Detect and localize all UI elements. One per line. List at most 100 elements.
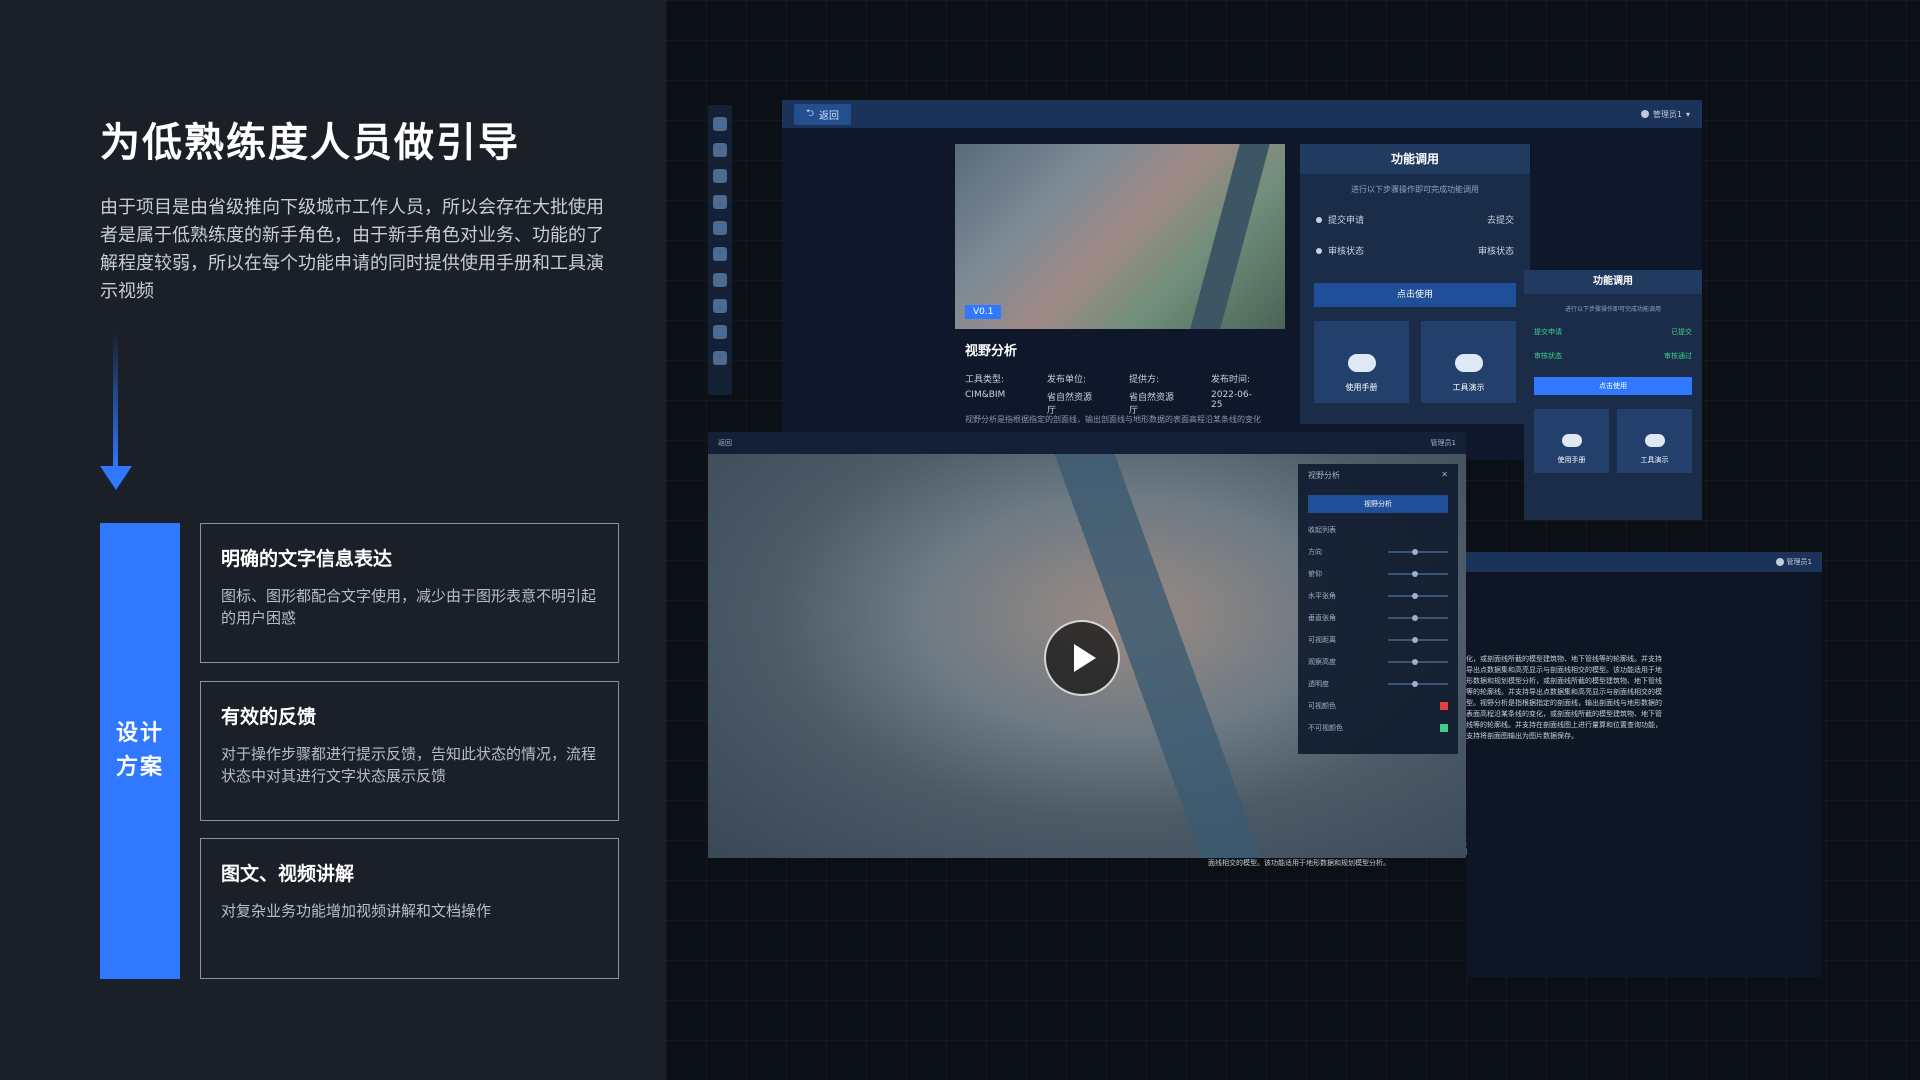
meta-value: 2022-06-25 (1211, 390, 1252, 410)
flag-icon[interactable] (713, 221, 727, 235)
back-button[interactable]: ⮌ 返回 (794, 103, 852, 125)
tool-detail-topbar: ⮌ 返回 管理员1 ▾ (782, 100, 1702, 128)
param-row: 方向 (1308, 547, 1448, 557)
measure-icon[interactable] (713, 195, 727, 209)
step-submitted: 提交申请 已提交 (1524, 327, 1702, 337)
doc-text: 化，或剖面线所截的模型建筑物、地下管线等的轮廓线。并支持导出点数据集和高亮显示与… (1466, 655, 1662, 740)
expand-icon[interactable] (713, 299, 727, 313)
step-status: 审核通过 (1664, 352, 1692, 360)
step-label: 提交申请 (1328, 216, 1365, 226)
param-slider[interactable] (1388, 549, 1448, 555)
param-slider[interactable] (1388, 659, 1448, 665)
card-desc: 图标、图形都配合文字使用，减少由于图形表意不明引起的用户困惑 (221, 587, 597, 627)
version-badge: V0.1 (965, 305, 1002, 319)
cloud-icon (1644, 434, 1665, 447)
step-submit: 提交申请 去提交 (1300, 213, 1530, 226)
doc-window-topbar: 管理员1 (1466, 552, 1822, 572)
step-dot-icon (1316, 248, 1322, 254)
step-status: 已提交 (1671, 328, 1692, 336)
video-topbar: 返回 管理员1 (708, 432, 1466, 454)
param-slider[interactable] (1388, 615, 1448, 621)
param-row: 垂直张角 (1308, 613, 1448, 623)
panel-icon[interactable] (713, 351, 727, 365)
demo-tile[interactable]: 工具演示 (1617, 409, 1692, 473)
tile-label: 使用手册 (1557, 456, 1586, 464)
fullscreen-icon[interactable] (713, 325, 727, 339)
param-label: 透明度 (1308, 680, 1329, 688)
analysis-button[interactable]: 视野分析 (1308, 495, 1448, 513)
manual-tile[interactable]: 使用手册 (1534, 409, 1609, 473)
back-label: 返回 (819, 110, 840, 122)
param-label: 垂直张角 (1308, 614, 1336, 622)
param-slider[interactable] (1388, 637, 1448, 643)
cloud-icon (1561, 434, 1582, 447)
tool-sidebar (708, 105, 732, 395)
tile-label: 工具演示 (1452, 383, 1485, 392)
card-title: 图文、视频讲解 (221, 863, 355, 885)
step-label: 审核状态 (1534, 352, 1562, 360)
panel-title: 功能调用 (1524, 270, 1702, 294)
visible-color-swatch[interactable] (1440, 702, 1448, 710)
step-label: 提交申请 (1534, 328, 1562, 336)
meta-label: 工具类型: (965, 375, 1005, 385)
hidden-color-swatch[interactable] (1440, 724, 1448, 732)
submit-link[interactable]: 去提交 (1487, 213, 1514, 226)
tile-label: 使用手册 (1345, 383, 1378, 392)
page-headline: 为低熟练度人员做引导 (100, 120, 520, 166)
function-call-panel-approved: 功能调用 进行以下步骤操作即可完成功能调用 提交申请 已提交 审核状态 审核通过… (1524, 270, 1702, 520)
step-label: 审核状态 (1328, 247, 1365, 257)
close-icon[interactable]: ✕ (1441, 470, 1448, 481)
tile-label: 工具演示 (1640, 456, 1669, 464)
use-button[interactable]: 点击使用 (1534, 377, 1692, 395)
down-arrow-icon (100, 466, 132, 490)
doc-window: 管理员1 化，或剖面线所截的模型建筑物、地下管线等的轮廓线。并支持导出点数据集和… (1466, 552, 1822, 977)
card-desc: 对复杂业务功能增加视频讲解和文档操作 (221, 902, 492, 920)
admin-label[interactable]: 管理员1 (1787, 557, 1812, 567)
param-slider[interactable] (1388, 681, 1448, 687)
user-menu[interactable]: 管理员1 ▾ (1640, 109, 1690, 120)
panel-subtitle: 进行以下步骤操作即可完成功能调用 (1564, 306, 1661, 313)
globe-icon[interactable] (713, 273, 727, 287)
admin-label: 管理员1 (1652, 109, 1682, 119)
review-status: 审核状态 (1477, 247, 1514, 257)
edit-icon[interactable] (713, 143, 727, 157)
meta-value: CIM&BIM (965, 390, 1006, 400)
param-slider[interactable] (1388, 571, 1448, 577)
param-row: 水平张角 (1308, 591, 1448, 601)
design-card-video: 图文、视频讲解 对复杂业务功能增加视频讲解和文档操作 (200, 838, 619, 979)
panel-header: 视野分析 ✕ (1308, 470, 1448, 481)
help-tiles: 使用手册 工具演示 (1534, 409, 1692, 473)
back-icon: ⮌ (806, 107, 815, 119)
step-approved: 审核状态 审核通过 (1524, 351, 1702, 361)
step-review: 审核状态 审核状态 (1300, 244, 1530, 257)
panel-subtitle: 进行以下步骤操作即可完成功能调用 (1351, 185, 1479, 194)
manual-tile[interactable]: 使用手册 (1314, 321, 1409, 403)
layer-icon[interactable] (713, 117, 727, 131)
param-row: 可视颜色 (1308, 701, 1448, 711)
play-button[interactable] (1044, 620, 1120, 696)
tool-meta-labels: 工具类型: 发布单位: 提供方: 发布时间: (965, 372, 1263, 385)
demo-tile[interactable]: 工具演示 (1421, 321, 1516, 403)
design-plan-label-1: 设计 (115, 721, 164, 746)
admin-label[interactable]: 管理员1 (1431, 438, 1456, 448)
function-call-panel: 功能调用 进行以下步骤操作即可完成功能调用 提交申请 去提交 审核状态 审核状态… (1300, 144, 1530, 424)
param-row: 可视距离 (1308, 635, 1448, 645)
card-desc: 对于操作步骤都进行提示反馈，告知此状态的情况，流程状态中对其进行文字状态展示反馈 (221, 745, 597, 785)
param-label[interactable]: 收起列表 (1308, 525, 1336, 535)
down-arrow-line (113, 330, 118, 470)
param-label: 水平张角 (1308, 592, 1336, 600)
param-label: 不可视颜色 (1308, 724, 1343, 732)
left-info-panel: 为低熟练度人员做引导 由于项目是由省级推向下级城市工作人员，所以会存在大批使用者… (0, 0, 666, 1080)
back-link[interactable]: 返回 (718, 438, 732, 448)
eye-icon[interactable] (713, 169, 727, 183)
param-row: 收起列表 (1308, 525, 1448, 535)
locate-icon[interactable] (713, 247, 727, 261)
tool-description: 视野分析是指根据指定的剖面线，输出剖面线与地形数据的表面高程沿某条线的变化 (965, 415, 1261, 424)
meta-label: 发布单位: (1047, 375, 1087, 385)
param-label: 观察高度 (1308, 658, 1336, 666)
design-plan-bar: 设计 方案 (100, 523, 180, 979)
use-button[interactable]: 点击使用 (1314, 283, 1516, 307)
param-row: 透明度 (1308, 679, 1448, 689)
param-slider[interactable] (1388, 593, 1448, 599)
step-dot-icon (1316, 217, 1322, 223)
